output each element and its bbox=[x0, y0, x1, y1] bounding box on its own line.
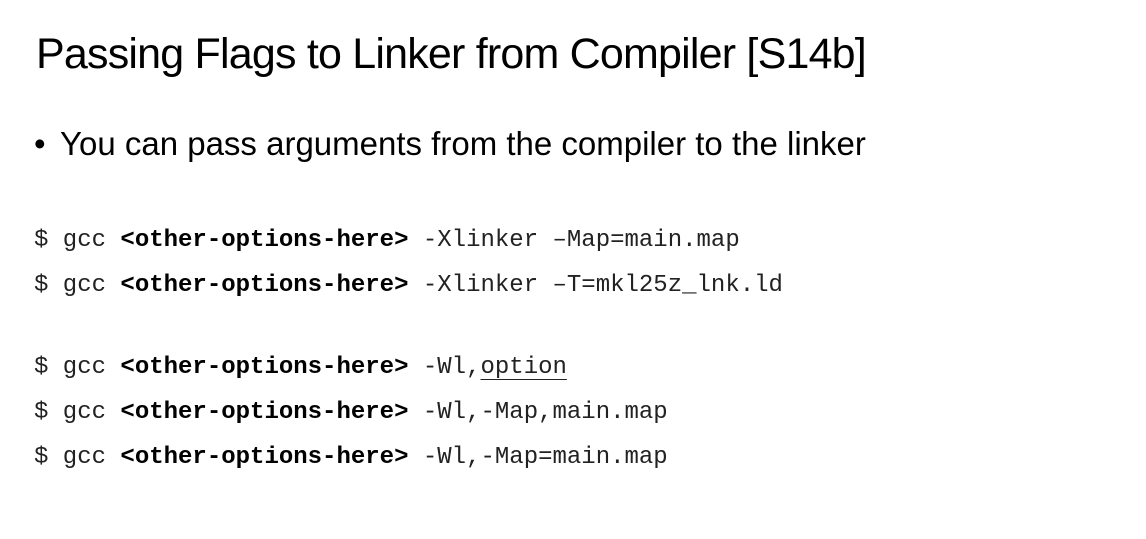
code-line-xlinker-map: $ gcc <other-options-here> -Xlinker –Map… bbox=[34, 226, 740, 256]
code-options-placeholder: <other-options-here> bbox=[120, 354, 409, 381]
code-options-placeholder: <other-options-here> bbox=[120, 272, 409, 299]
code-args: -Wl, bbox=[408, 354, 481, 381]
code-args: -Wl,-Map=main.map bbox=[408, 444, 668, 471]
code-args: -Wl,-Map,main.map bbox=[408, 399, 668, 426]
bullet-dot: • bbox=[34, 125, 46, 162]
code-prompt: $ gcc bbox=[34, 444, 121, 471]
code-line-wl-map-equals: $ gcc <other-options-here> -Wl,-Map=main… bbox=[34, 443, 668, 473]
code-line-wl-option: $ gcc <other-options-here> -Wl,option bbox=[34, 353, 567, 383]
code-options-placeholder: <other-options-here> bbox=[120, 444, 409, 471]
code-args: -Xlinker –Map=main.map bbox=[408, 227, 740, 254]
code-prompt: $ gcc bbox=[34, 399, 121, 426]
code-prompt: $ gcc bbox=[34, 227, 121, 254]
code-option-placeholder: option bbox=[480, 354, 567, 381]
code-line-wl-map-comma: $ gcc <other-options-here> -Wl,-Map,main… bbox=[34, 398, 668, 428]
bullet-text: You can pass arguments from the compiler… bbox=[60, 125, 866, 162]
slide-title: Passing Flags to Linker from Compiler [S… bbox=[36, 30, 867, 78]
code-prompt: $ gcc bbox=[34, 354, 121, 381]
code-options-placeholder: <other-options-here> bbox=[120, 399, 409, 426]
code-options-placeholder: <other-options-here> bbox=[120, 227, 409, 254]
code-args: -Xlinker –T=mkl25z_lnk.ld bbox=[408, 272, 783, 299]
code-prompt: $ gcc bbox=[34, 272, 121, 299]
code-line-xlinker-script: $ gcc <other-options-here> -Xlinker –T=m… bbox=[34, 271, 783, 301]
bullet-item: • You can pass arguments from the compile… bbox=[34, 124, 866, 164]
